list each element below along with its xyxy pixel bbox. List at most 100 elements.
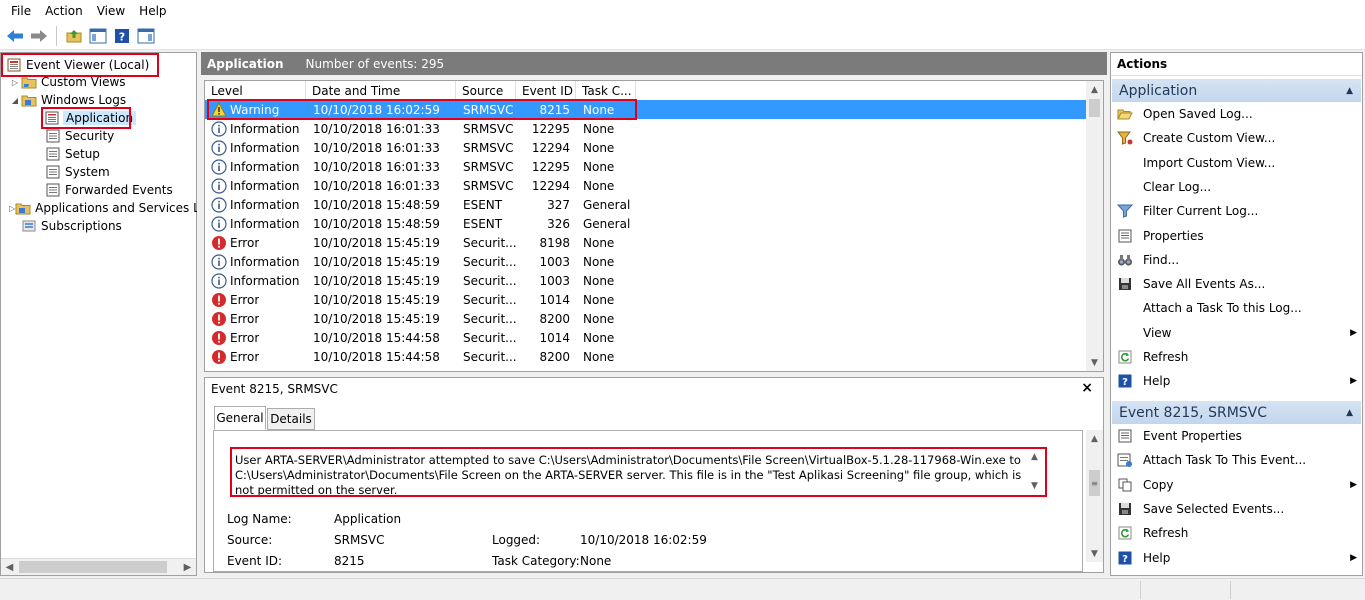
tree-item-event-viewer-local[interactable]: Event Viewer (Local) xyxy=(1,53,159,77)
events-vertical-scrollbar[interactable]: ▲ ▼ xyxy=(1086,81,1103,371)
action-copy[interactable]: Copy ▶ xyxy=(1117,474,1360,496)
actions-section-application[interactable]: Application ▲ xyxy=(1112,79,1361,102)
menu-file[interactable]: File xyxy=(4,4,38,18)
event-row[interactable]: Error 10/10/2018 15:45:19 Securit... 8200 No… xyxy=(205,309,1089,328)
collapse-icon[interactable]: ▲ xyxy=(1346,408,1353,418)
source-cell: Securit... xyxy=(463,311,517,326)
event-id-cell: 326 xyxy=(547,216,570,231)
action-import-custom-view[interactable]: Import Custom View... xyxy=(1117,152,1360,174)
event-row[interactable]: Information 10/10/2018 16:01:33 SRMSVC 1229… xyxy=(205,138,1089,157)
date-cell: 10/10/2018 15:45:19 xyxy=(313,254,440,269)
tree-item-custom-views[interactable]: ▷ Custom Views xyxy=(9,73,126,91)
action-label: Filter Current Log... xyxy=(1143,204,1259,219)
action-event-properties[interactable]: Event Properties xyxy=(1117,425,1360,447)
event-id-cell: 327 xyxy=(547,197,570,212)
help-button[interactable]: ? xyxy=(111,25,133,47)
column-event-id[interactable]: Event ID xyxy=(516,81,576,100)
collapse-icon[interactable]: ▲ xyxy=(1346,86,1353,96)
message-scrollbar[interactable]: ▲ ▼ xyxy=(1028,449,1045,495)
event-row[interactable]: Warning 10/10/2018 16:02:59 SRMSVC 8215 None xyxy=(205,100,1089,119)
action-label: Open Saved Log... xyxy=(1143,107,1253,121)
tree-horizontal-scrollbar[interactable]: ◀ ▶ xyxy=(1,558,196,575)
event-row[interactable]: Error 10/10/2018 15:44:58 Securit... 1014 No… xyxy=(205,328,1089,347)
event-message-box[interactable]: User ARTA-SERVER\Administrator attempted… xyxy=(230,447,1047,497)
filter-icon xyxy=(1117,203,1133,219)
level-cell: Information xyxy=(211,195,299,214)
tree-item-system[interactable]: System xyxy=(45,163,110,181)
show-action-pane-button[interactable] xyxy=(135,25,157,47)
source-cell: Securit... xyxy=(463,235,517,250)
forward-button[interactable] xyxy=(28,25,50,47)
action-attach-a-task-to-this-log[interactable]: Attach a Task To this Log... xyxy=(1117,297,1360,319)
menu-action[interactable]: Action xyxy=(38,4,90,18)
collapse-arrow-icon[interactable]: ◢ xyxy=(9,96,21,105)
action-view[interactable]: View ▶ xyxy=(1117,322,1360,344)
column-date-time[interactable]: Date and Time xyxy=(306,81,456,100)
action-properties[interactable]: Properties xyxy=(1117,225,1360,247)
event-row[interactable]: Information 10/10/2018 15:48:59 ESENT 327 Ge… xyxy=(205,195,1089,214)
details-vertical-scrollbar[interactable]: ▲ ≡ ▼ xyxy=(1086,430,1103,562)
scroll-left-icon[interactable]: ◀ xyxy=(1,559,18,576)
event-row[interactable]: Error 10/10/2018 15:44:58 Securit... 8200 No… xyxy=(205,347,1089,366)
action-save-all-events-as[interactable]: Save All Events As... xyxy=(1117,273,1360,295)
action-refresh[interactable]: Refresh xyxy=(1117,346,1360,368)
action-help[interactable]: ? Help ▶ xyxy=(1117,370,1360,392)
event-row[interactable]: Information 10/10/2018 16:01:33 SRMSVC 1229… xyxy=(205,119,1089,138)
tree-label: Subscriptions xyxy=(41,219,122,233)
event-row[interactable]: Error 10/10/2018 15:45:19 Securit... 1014 No… xyxy=(205,290,1089,309)
column-level[interactable]: Level xyxy=(205,81,306,100)
scroll-up-icon[interactable]: ▲ xyxy=(1086,81,1103,98)
level-cell: Information xyxy=(211,157,299,176)
logged-value: 10/10/2018 16:02:59 xyxy=(580,533,707,547)
scroll-thumb[interactable]: ≡ xyxy=(1089,470,1100,496)
tree-item-security[interactable]: Security xyxy=(45,127,114,145)
action-attach-task-to-this-event[interactable]: Attach Task To This Event... xyxy=(1117,449,1360,471)
event-row[interactable]: Error 10/10/2018 15:45:19 Securit... 8198 No… xyxy=(205,233,1089,252)
scroll-thumb[interactable] xyxy=(1089,99,1100,117)
menu-help[interactable]: Help xyxy=(132,4,173,18)
action-filter-current-log[interactable]: Filter Current Log... xyxy=(1117,200,1360,222)
action-help[interactable]: ? Help ▶ xyxy=(1117,547,1360,569)
scroll-down-icon[interactable]: ▼ xyxy=(1031,479,1038,494)
column-source[interactable]: Source xyxy=(456,81,516,100)
tree-item-setup[interactable]: Setup xyxy=(45,145,100,163)
event-row[interactable]: Information 10/10/2018 15:45:19 Securit...… xyxy=(205,271,1089,290)
tab-details[interactable]: Details xyxy=(267,408,315,430)
tree-item-application[interactable]: Application xyxy=(41,107,137,129)
show-hide-tree-button[interactable] xyxy=(87,25,109,47)
submenu-arrow-icon: ▶ xyxy=(1350,479,1357,490)
scroll-thumb[interactable] xyxy=(19,561,167,573)
event-row[interactable]: Information 10/10/2018 16:01:33 SRMSVC 1229… xyxy=(205,176,1089,195)
action-save-selected-events[interactable]: Save Selected Events... xyxy=(1117,498,1360,520)
event-row[interactable]: Information 10/10/2018 15:48:59 ESENT 326 Ge… xyxy=(205,214,1089,233)
scroll-up-icon[interactable]: ▲ xyxy=(1086,430,1103,447)
event-row[interactable]: Information 10/10/2018 15:45:19 Securit...… xyxy=(205,252,1089,271)
actions-section-event[interactable]: Event 8215, SRMSVC ▲ xyxy=(1112,401,1361,424)
scroll-right-icon[interactable]: ▶ xyxy=(179,559,196,576)
action-refresh[interactable]: Refresh xyxy=(1117,522,1360,544)
event-row[interactable]: Information 10/10/2018 16:01:33 SRMSVC 1229… xyxy=(205,157,1089,176)
scroll-down-icon[interactable]: ▼ xyxy=(1086,354,1103,371)
tree-item-applications-and-services[interactable]: ▷ Applications and Services Lo xyxy=(9,199,197,217)
tree-item-windows-logs[interactable]: ◢ Windows Logs xyxy=(9,91,126,109)
level-text: Error xyxy=(230,292,260,307)
column-task-category[interactable]: Task C... xyxy=(576,81,636,100)
tab-general[interactable]: General xyxy=(214,406,266,430)
back-button[interactable] xyxy=(4,25,26,47)
error-icon xyxy=(211,292,227,308)
error-icon xyxy=(211,311,227,327)
up-button[interactable] xyxy=(63,25,85,47)
expand-arrow-icon[interactable]: ▷ xyxy=(9,78,21,87)
center-pane: Application Number of events: 295 Level … xyxy=(201,52,1107,576)
menu-view[interactable]: View xyxy=(90,4,132,18)
scroll-down-icon[interactable]: ▼ xyxy=(1086,545,1103,562)
tree-item-forwarded-events[interactable]: Forwarded Events xyxy=(45,181,173,199)
action-find[interactable]: Find... xyxy=(1117,249,1360,271)
action-open-saved-log[interactable]: Open Saved Log... xyxy=(1117,103,1360,125)
tree-item-subscriptions[interactable]: Subscriptions xyxy=(21,217,122,235)
close-icon[interactable]: × xyxy=(1081,380,1093,396)
action-clear-log[interactable]: Clear Log... xyxy=(1117,176,1360,198)
scroll-up-icon[interactable]: ▲ xyxy=(1031,450,1038,465)
blank-icon xyxy=(1117,300,1133,316)
action-create-custom-view[interactable]: Create Custom View... xyxy=(1117,127,1360,149)
